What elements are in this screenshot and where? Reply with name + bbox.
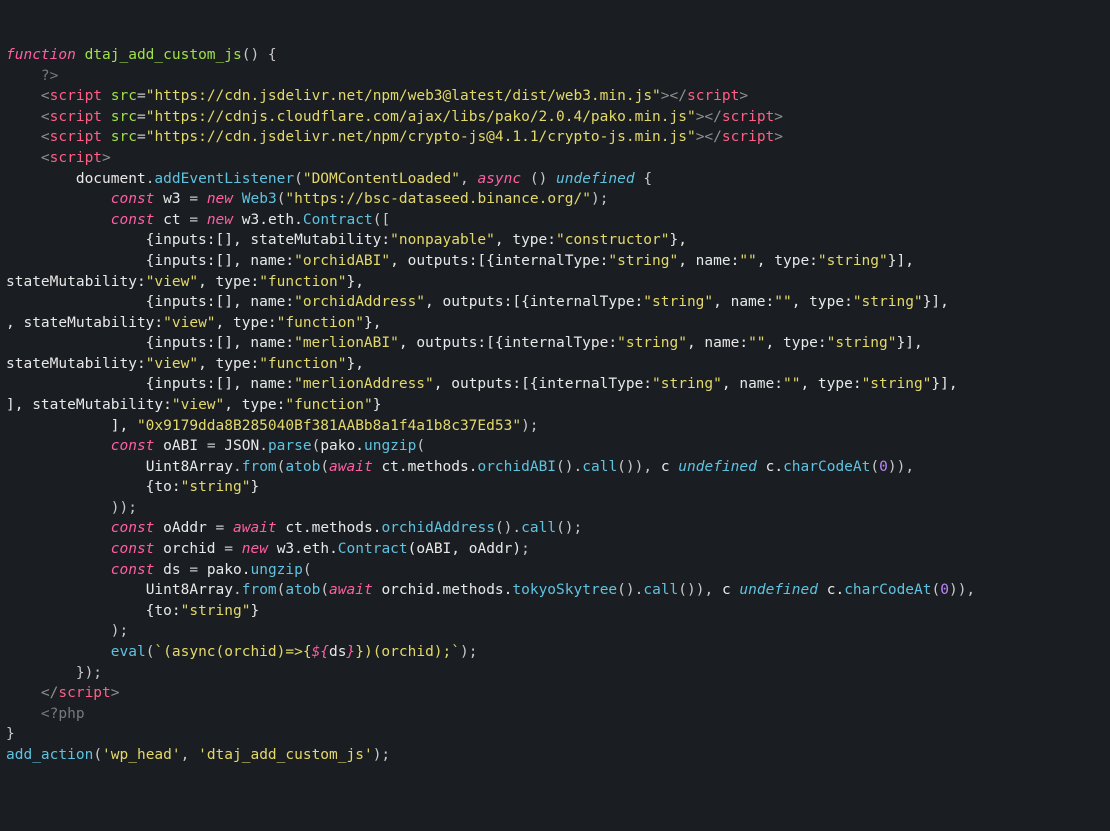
code-block: function dtaj_add_custom_js() { ?> <scri… [6,45,1104,765]
